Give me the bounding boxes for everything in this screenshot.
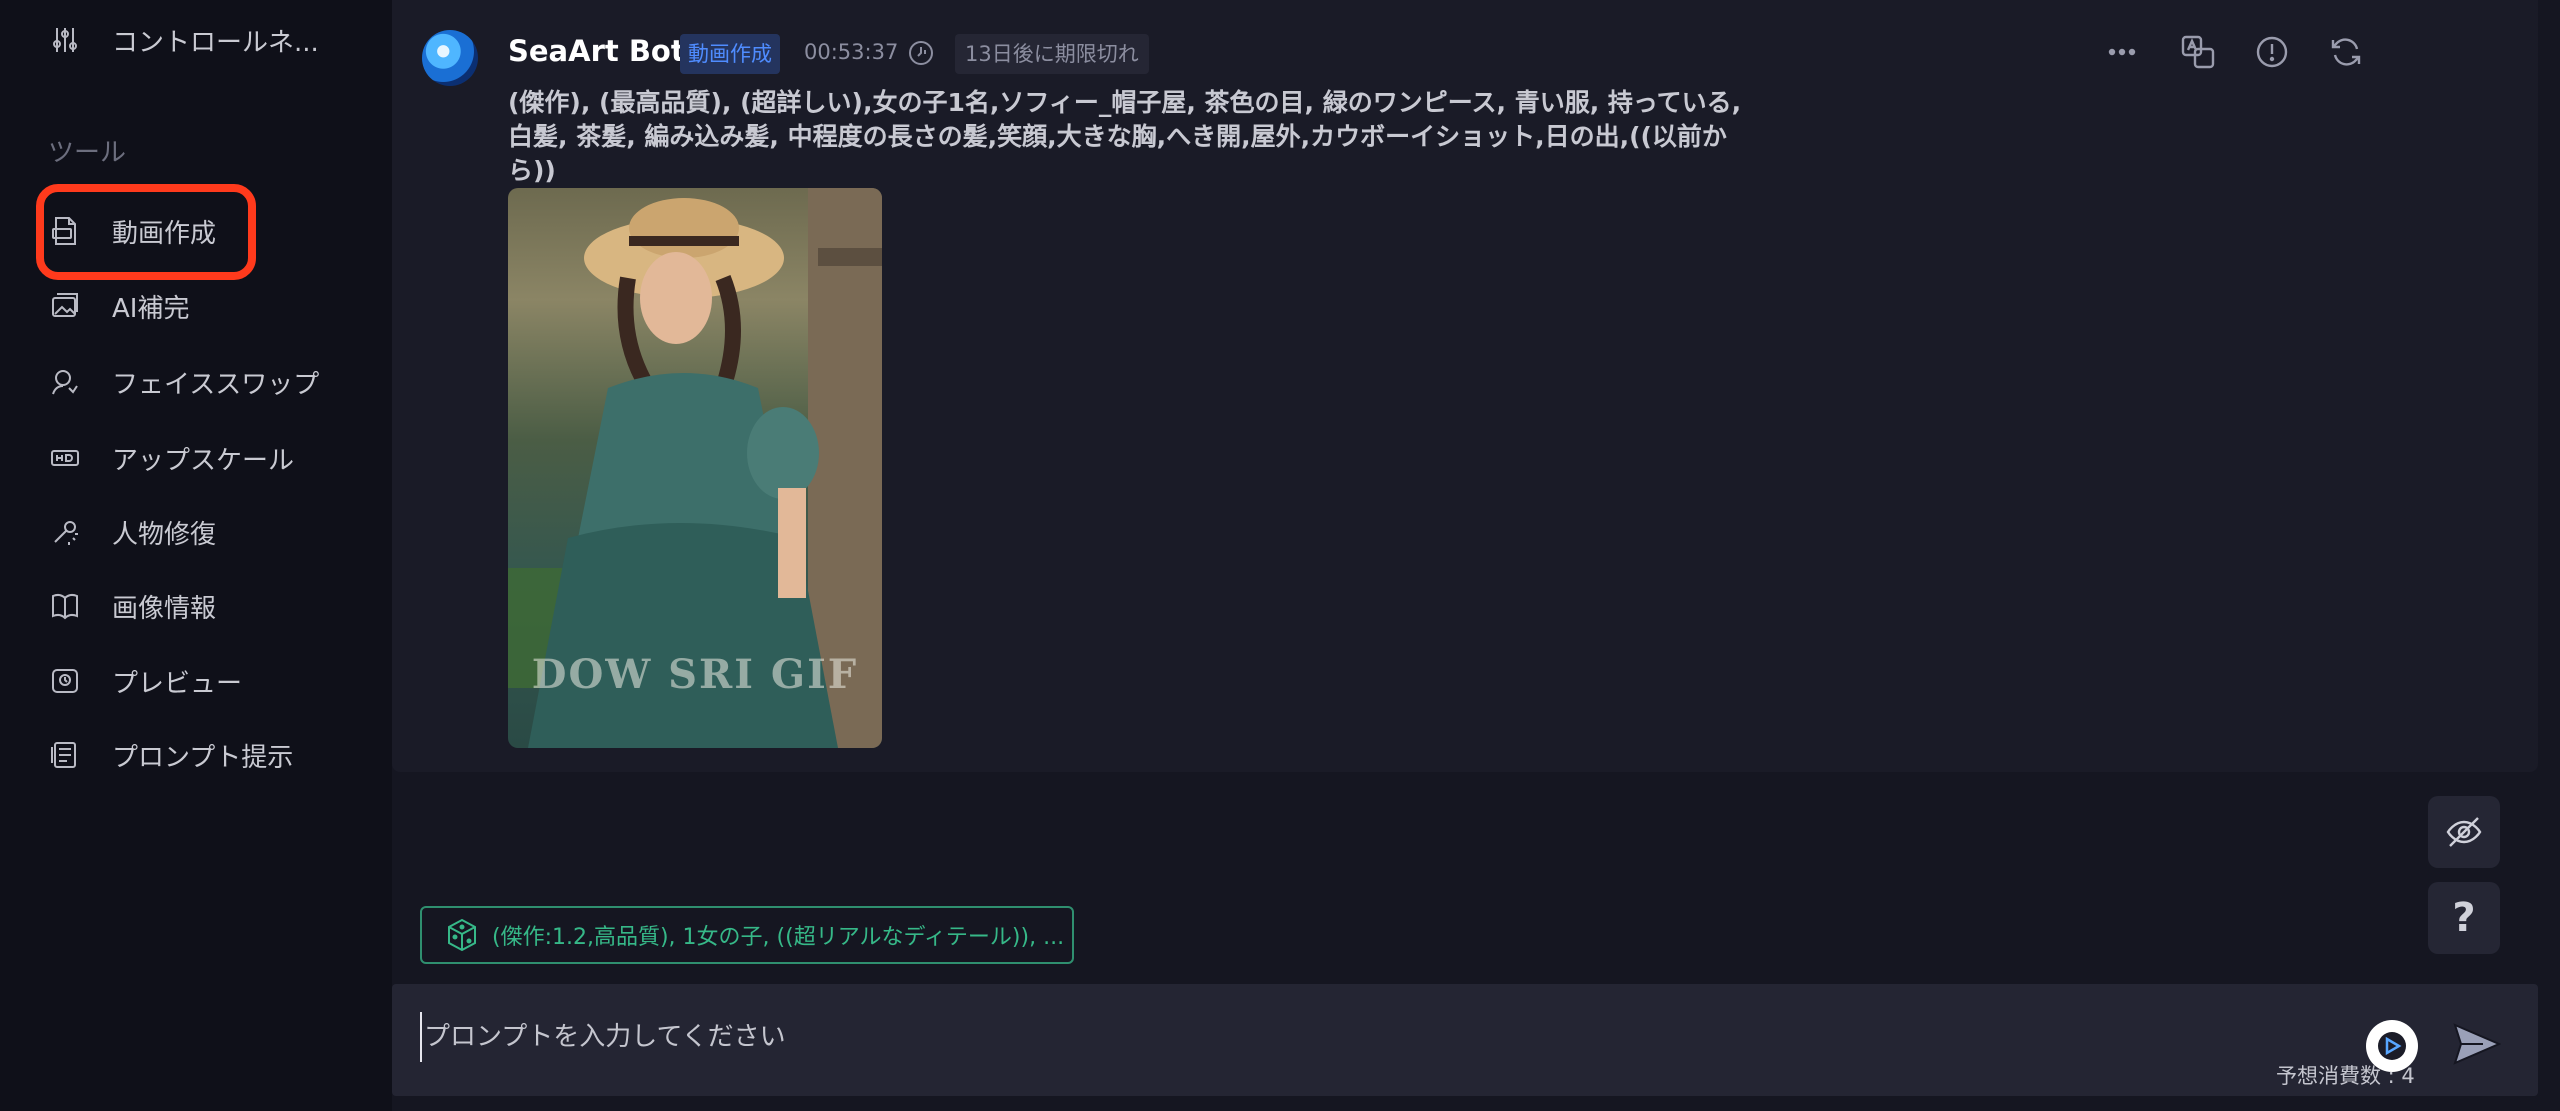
estimated-cost: 予想消費数 : 4 — [2276, 1064, 2415, 1088]
sidebar-item-face-swap[interactable]: フェイススワップ — [48, 358, 319, 406]
sidebar-item-preview[interactable]: プレビュー — [48, 657, 242, 705]
gif-file-icon — [48, 214, 82, 248]
bot-avatar — [422, 30, 478, 86]
book-icon — [48, 589, 82, 623]
sidebar-item-label: 画像情報 — [112, 593, 217, 624]
sidebar-item-label: アップスケール — [112, 445, 295, 476]
sidebar-item-label: プロンプト提示 — [112, 742, 294, 773]
model-logo-icon — [2378, 1032, 2406, 1060]
mode-badge: 動画作成 — [680, 34, 780, 74]
send-icon — [2453, 1023, 2501, 1065]
message-time: 00:53:37 — [804, 40, 899, 64]
image-watermark: DOW SRI GIF — [531, 651, 859, 698]
refresh-icon[interactable] — [2324, 30, 2368, 74]
sidebar-item-label: AI補完 — [112, 293, 190, 324]
sidebar-item-label: コントロールネ... — [112, 27, 319, 58]
tools-section-label: ツール — [48, 138, 127, 168]
clock-alert-icon — [906, 38, 936, 68]
sliders-icon — [48, 23, 82, 57]
expiry-badge: 13日後に期限切れ — [955, 34, 1149, 74]
prompt-suggestion-chip[interactable]: (傑作:1.2,高品質), 1女の子, ((超リアルなディテール)), ... — [420, 906, 1074, 964]
prompt-list-icon — [48, 738, 82, 772]
sidebar-item-controlnet[interactable]: コントロールネ... — [48, 16, 319, 64]
bot-name: SeaArt Bot — [508, 34, 685, 68]
face-swap-icon — [48, 365, 82, 399]
help-button[interactable]: ? — [2428, 882, 2500, 954]
preview-icon — [48, 664, 82, 698]
hd-icon — [48, 441, 82, 475]
sidebar-item-label: 人物修復 — [112, 519, 217, 550]
report-icon[interactable] — [2250, 30, 2294, 74]
prompt-text: (傑作), (最高品質), (超詳しい),女の子1名,ソフィー_帽子屋, 茶色の… — [508, 88, 1742, 185]
sidebar-item-image-info[interactable]: 画像情報 — [48, 582, 216, 630]
sidebar-item-label: プレビュー — [112, 668, 243, 699]
eye-off-icon — [2446, 817, 2482, 847]
suggestion-text: (傑作:1.2,高品質), 1女の子, ((超リアルなディテール)), ... — [492, 925, 1065, 950]
prompt-input[interactable] — [420, 1012, 2220, 1062]
help-icon: ? — [2452, 895, 2476, 941]
input-bar: 予想消費数 : 4 — [392, 984, 2538, 1096]
magic-wrench-icon — [48, 515, 82, 549]
image-stack-icon — [48, 289, 82, 323]
send-button[interactable] — [2448, 1016, 2504, 1072]
sidebar: コントロールネ... ツール 動画作成 AI補完 フェイススワップ アップスケー… — [0, 0, 392, 1111]
sidebar-item-restore[interactable]: 人物修復 — [48, 508, 216, 556]
chat-area: SeaArt Bot 動画作成 00:53:37 13日後に期限切れ (傑作),… — [392, 0, 2560, 1111]
translate-icon[interactable] — [2176, 30, 2220, 74]
more-icon[interactable] — [2100, 30, 2144, 74]
sidebar-item-upscale[interactable]: アップスケール — [48, 434, 294, 482]
sidebar-item-label: フェイススワップ — [112, 369, 320, 400]
dice-icon — [448, 918, 476, 952]
bot-message: SeaArt Bot 動画作成 00:53:37 13日後に期限切れ (傑作),… — [392, 0, 2538, 772]
sidebar-item-prompt-hint[interactable]: プロンプト提示 — [48, 731, 293, 779]
sidebar-item-label: 動画作成 — [112, 218, 217, 249]
sidebar-item-video[interactable]: 動画作成 — [48, 207, 216, 255]
hide-toggle-button[interactable] — [2428, 796, 2500, 868]
sidebar-item-ai-complete[interactable]: AI補完 — [48, 282, 189, 330]
generated-image[interactable]: DOW SRI GIF — [508, 188, 882, 748]
